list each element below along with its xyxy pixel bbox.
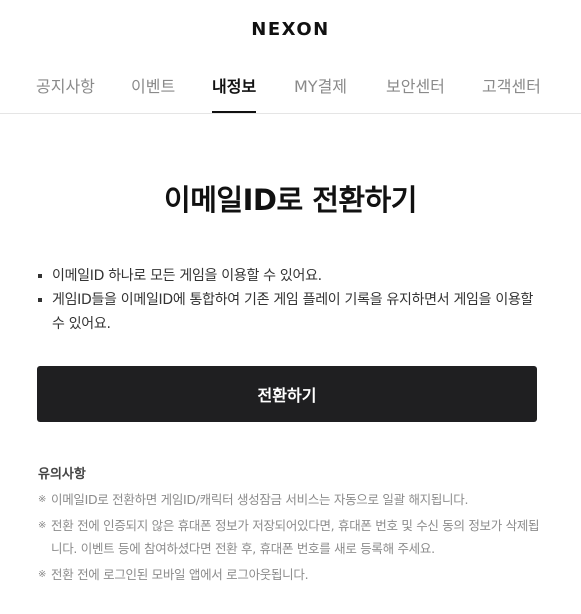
nav-tabs: 공지사항 이벤트 내정보 MY결제 보안센터 고객센터 [0, 56, 581, 114]
convert-button[interactable]: 전환하기 [37, 366, 537, 422]
notice-item-text: 이메일ID로 전환하면 게임ID/캐릭터 생성잠금 서비스는 자동으로 일괄 해… [51, 492, 469, 507]
bullet-icon [38, 274, 42, 278]
tab-notices[interactable]: 공지사항 [36, 73, 95, 97]
page-title: 이메일ID로 전환하기 [164, 183, 417, 217]
notice-item: ※ 전환 전에 로그인된 모바일 앱에서 로그아웃됩니다. [38, 563, 548, 586]
list-item-text: 이메일ID 하나로 모든 게임을 이용할 수 있어요. [52, 268, 322, 284]
bullet-icon [38, 298, 42, 302]
header: NEXON [0, 0, 581, 56]
nexon-logo[interactable]: NEXON [251, 19, 329, 40]
list-item: 이메일ID 하나로 모든 게임을 이용할 수 있어요. [38, 264, 548, 288]
list-item: 게임ID들을 이메일ID에 통합하여 기존 게임 플레이 기록을 유지하면서 게… [38, 288, 548, 336]
tab-customer-center[interactable]: 고객센터 [482, 73, 541, 97]
notice-item-text: 전환 전에 인증되지 않은 휴대폰 정보가 저장되어있다면, 휴대폰 번호 및 … [51, 518, 540, 556]
notice-item: ※ 이메일ID로 전환하면 게임ID/캐릭터 생성잠금 서비스는 자동으로 일괄… [38, 488, 548, 511]
notice-title: 유의사항 [38, 467, 86, 482]
benefit-list: 이메일ID 하나로 모든 게임을 이용할 수 있어요. 게임ID들을 이메일ID… [38, 264, 548, 336]
tab-security-center[interactable]: 보안센터 [386, 73, 445, 97]
tab-events[interactable]: 이벤트 [131, 73, 175, 97]
reference-mark-icon: ※ [38, 494, 47, 505]
reference-mark-icon: ※ [38, 520, 47, 531]
notice-list: ※ 이메일ID로 전환하면 게임ID/캐릭터 생성잠금 서비스는 자동으로 일괄… [38, 488, 548, 589]
notice-item-text: 전환 전에 로그인된 모바일 앱에서 로그아웃됩니다. [51, 567, 309, 582]
tab-my-payment[interactable]: MY결제 [294, 73, 347, 97]
notice-item: ※ 전환 전에 인증되지 않은 휴대폰 정보가 저장되어있다면, 휴대폰 번호 … [38, 514, 548, 560]
tab-my-info[interactable]: 내정보 [212, 73, 257, 113]
reference-mark-icon: ※ [38, 569, 47, 580]
list-item-text: 게임ID들을 이메일ID에 통합하여 기존 게임 플레이 기록을 유지하면서 게… [52, 292, 534, 332]
